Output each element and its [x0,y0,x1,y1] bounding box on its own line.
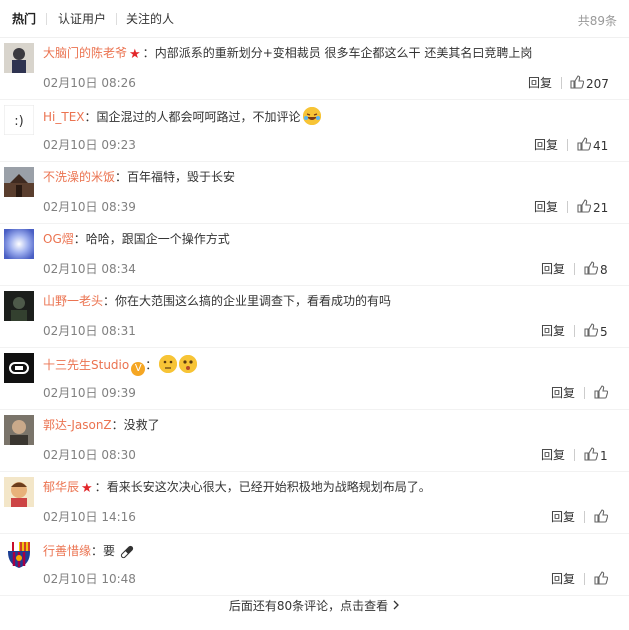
comment-total-count: 共89条 [577,14,617,28]
comment-username[interactable]: 郁华辰 [43,480,79,494]
comment-username[interactable]: Hi_TEX [43,110,85,124]
action-divider [574,263,575,275]
comment-time: 02月10日 08:39 [43,200,136,214]
reply-button[interactable]: 回复 [551,510,575,524]
reply-button[interactable]: 回复 [551,386,575,400]
reply-button[interactable]: 回复 [534,138,558,152]
comment-item: OG熠：哈哈，跟国企一个操作方式 02月10日 08:34 回复 8 [0,224,629,286]
like-count: 8 [600,263,608,277]
comment-username[interactable]: 郭达-JasonZ [43,418,112,432]
load-more-comments-link[interactable]: 后面还有80条评论，点击查看 [0,597,629,614]
reply-button[interactable]: 回复 [541,324,565,338]
action-divider [574,325,575,337]
comment-item: 十三先生Studio V： 02月10日 09:39 回复 [0,348,629,410]
comment-text: 看来长安这次决心很大，已经开始积极地为战略规划布局了。 [106,480,431,494]
comment-item: 山野一老头：你在大范围这么搞的企业里调查下，看看成功的有吗 02月10日 08:… [0,286,629,348]
like-count: 41 [593,139,609,153]
comment-username[interactable]: 大脑门的陈老爷 [43,46,127,60]
thinking-emoji-icon [159,355,178,373]
person-avatar[interactable] [4,43,34,73]
thumbs-up-icon [594,509,608,523]
thumbs-up-icon [584,323,598,337]
like-count: 1 [600,449,608,463]
like-count: 5 [600,325,608,339]
reply-button[interactable]: 回复 [534,200,558,214]
like-count: 21 [593,201,609,215]
vip-star-icon: ★ [81,481,93,496]
comment-item: 郁华辰 ★ ：看来长安这次决心很大，已经开始积极地为战略规划布局了。 02月10日 … [0,472,629,534]
comment-time: 02月10日 10:48 [43,572,136,586]
comment-text: 没救了 [123,418,160,432]
comment-time: 02月10日 14:16 [43,510,136,524]
comment-item: 行善惜缘：要 02月10日 10:48 回复 [0,534,629,596]
cartoon-avatar[interactable] [4,477,34,507]
vip-star-icon: ★ [129,47,141,62]
thumbs-up-icon [594,571,608,585]
comment-time: 02月10日 08:31 [43,324,136,338]
chevron-right-icon [392,599,400,613]
svg-text::): :) [14,114,23,129]
action-divider [561,77,562,89]
comment-text: 国企混过的人都会呵呵路过，不加评论 [96,110,301,124]
man-avatar[interactable] [4,415,34,445]
action-divider [584,511,585,523]
action-divider [567,139,568,151]
comment-username[interactable]: 山野一老头 [43,294,103,308]
barcelona-crest-avatar[interactable] [4,539,34,569]
tab-hot[interactable]: 热门 [12,12,36,26]
comment-time: 02月10日 09:23 [43,138,136,152]
reply-button[interactable]: 回复 [551,572,575,586]
comment-item: 不洗澡的米饭：百年福特，毁于长安 02月10日 08:39 回复 21 [0,162,629,224]
thumbs-up-icon [577,199,591,213]
action-divider [574,449,575,461]
comment-item: :) Hi_TEX：国企混过的人都会呵呵路过，不加评论 02月10日 09:23… [0,100,629,162]
sky-avatar[interactable] [4,229,34,259]
thumbs-up-icon [584,261,598,275]
pill-emoji-icon [117,541,135,559]
comment-text: 哈哈，跟国企一个操作方式 [85,232,230,246]
load-more-label: 后面还有80条评论，点击查看 [228,599,389,613]
comment-time: 02月10日 08:34 [43,262,136,276]
dark-photo-avatar[interactable] [4,291,34,321]
comment-username[interactable]: OG熠 [43,232,74,246]
comment-username[interactable]: 行善惜缘 [43,544,91,558]
tab-verified-users[interactable]: 认证用户 [58,12,106,26]
comment-text: 你在大范围这么搞的企业里调查下，看看成功的有吗 [115,294,392,308]
thumbs-up-icon [577,137,591,151]
comment-time: 02月10日 08:26 [43,76,136,90]
comment-item: 大脑门的陈老爷 ★ ：内部派系的重新划分+变相裁员 很多车企都这么干 还美其名曰竞聘… [0,38,629,100]
comment-text: 百年福特，毁于长安 [127,170,236,184]
tab-divider [46,13,47,25]
building-avatar[interactable] [4,167,34,197]
comment-item: 郭达-JasonZ：没救了 02月10日 08:30 回复 1 [0,410,629,472]
comment-time: 02月10日 09:39 [43,386,136,400]
comment-username[interactable]: 十三先生Studio [43,358,129,372]
reply-button[interactable]: 回复 [528,76,552,90]
tab-following[interactable]: 关注的人 [126,12,174,26]
comment-username[interactable]: 不洗澡的米饭 [43,170,115,184]
comment-filter-tabs: 热门 认证用户 关注的人 共89条 [0,0,629,38]
action-divider [584,573,585,585]
comment-text: 内部派系的重新划分+变相裁员 很多车企都这么干 还美其名曰竞聘上岗 [154,46,533,60]
reply-button[interactable]: 回复 [541,448,565,462]
surprised-emoji-icon [179,355,198,373]
verified-badge-icon: V [131,362,146,376]
laughing-emoji-icon [302,107,321,125]
tab-divider [116,13,117,25]
action-divider [584,387,585,399]
thumbs-up-icon [584,447,598,461]
thumbs-up-icon [594,385,608,399]
action-divider [567,201,568,213]
reply-button[interactable]: 回复 [541,262,565,276]
like-count: 207 [586,77,609,91]
thumbs-up-icon [570,75,584,89]
comment-text: 要 [103,544,116,558]
comment-time: 02月10日 08:30 [43,448,136,462]
smiley-text-avatar[interactable]: :) [4,105,34,135]
logo-avatar[interactable] [4,353,34,383]
